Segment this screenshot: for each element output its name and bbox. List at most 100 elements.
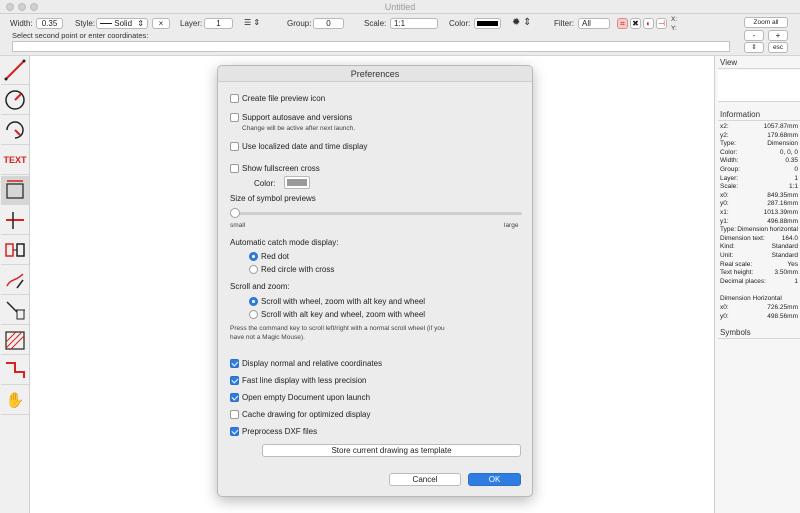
symbols-panel-title: Symbols [718, 328, 800, 339]
filter-label: Filter: [554, 19, 574, 28]
symbol-size-track[interactable] [232, 212, 522, 215]
info-value: Dimension horizontal [737, 226, 798, 234]
hatch-tool[interactable] [1, 326, 29, 355]
store-template-button[interactable]: Store current drawing as template [262, 444, 521, 457]
info-key: Width: [720, 157, 739, 165]
catch-red-dot-radio[interactable] [249, 252, 258, 261]
info-row: Decimal places: 1 [718, 278, 800, 287]
info-key: Unit: [720, 252, 734, 259]
dim-title-text: Dimension Horizontal [720, 295, 782, 302]
info-value: Yes [787, 260, 798, 268]
info-key: Scale: [720, 183, 739, 191]
filter-red-icon[interactable]: ⌗ [617, 18, 628, 29]
catch-red-circle-radio[interactable] [249, 265, 258, 274]
delete-tool[interactable] [1, 296, 29, 325]
text-tool-icon: TEXT [3, 155, 27, 165]
filter-select[interactable]: All [578, 18, 610, 29]
scroll-zoom-label: Scroll and zoom: [230, 282, 290, 291]
info-key: Color: [720, 148, 738, 156]
fullscreen-cross-checkbox[interactable] [230, 164, 239, 173]
esc-button[interactable]: esc [768, 42, 788, 53]
scale-select[interactable]: 1:1 [390, 18, 438, 29]
zoom-out-button[interactable]: - [744, 30, 764, 41]
style-select[interactable]: Solid ⇕ [96, 18, 148, 29]
layer-label: Layer: [180, 19, 203, 28]
scroll-alt-radio[interactable] [249, 310, 258, 319]
localized-date-checkbox[interactable] [230, 142, 239, 151]
circle-tool[interactable] [1, 86, 29, 115]
cross-color-label: Color: [254, 179, 276, 188]
zoom-in-button[interactable]: + [768, 30, 788, 41]
info-value: 3.50mm [774, 269, 798, 277]
stepper-icon[interactable]: ⇕ [744, 42, 764, 53]
text-tool[interactable]: TEXT [1, 146, 29, 175]
copy-tool[interactable] [1, 236, 29, 265]
ok-button[interactable]: OK [468, 473, 521, 486]
info-value: 0 [794, 166, 798, 173]
dimension-tool[interactable] [1, 176, 29, 205]
info-key: x1: [720, 209, 729, 216]
color-well[interactable] [474, 18, 501, 29]
info-key: Dimension text: [720, 234, 765, 242]
info-value: 849.35mm [767, 191, 798, 199]
edit-tool[interactable] [1, 266, 29, 295]
info-key: Decimal places: [720, 277, 766, 285]
info-value: 164.0 [781, 234, 798, 242]
localized-date-label: Use localized date and time display [242, 142, 368, 151]
info-value: 0.35 [785, 157, 798, 165]
scroll-wheel-radio[interactable] [249, 297, 258, 306]
open-empty-checkbox[interactable] [230, 393, 239, 402]
info-value: Standard [771, 243, 798, 251]
slider-large-label: large [504, 222, 519, 229]
layer-field[interactable]: 1 [204, 18, 233, 29]
cross-color-well[interactable] [284, 176, 310, 189]
arc-tool-icon [6, 121, 24, 139]
scroll-alt-label: Scroll with alt key and wheel, zoom with… [261, 310, 426, 319]
view-panel[interactable] [718, 70, 800, 102]
display-coords-checkbox[interactable] [230, 359, 239, 368]
width-field[interactable]: 0.35 [36, 18, 63, 29]
info-value: 1 [794, 174, 798, 182]
hand-tool[interactable]: ✋ [1, 386, 29, 415]
dim-row: y0: 498.56mm [718, 313, 800, 322]
orthogonal-tool[interactable] [1, 206, 29, 235]
coordinate-input[interactable] [12, 41, 730, 52]
gear-icon[interactable]: ✹ ⇕ [512, 17, 532, 28]
cache-drawing-checkbox[interactable] [230, 410, 239, 419]
info-value: 1057.87mm [763, 123, 798, 130]
symbol-size-knob[interactable] [230, 208, 240, 218]
layer-menu-button[interactable]: ☰ ⇕ [240, 18, 264, 29]
info-value: 1013.39mm [763, 209, 798, 216]
dim-value: 498.56mm [767, 312, 798, 320]
line-tool[interactable] [1, 56, 29, 85]
cache-drawing-label: Cache drawing for optimized display [242, 410, 371, 419]
autosave-checkbox[interactable] [230, 113, 239, 122]
info-value: 0, 0, 0 [779, 148, 798, 156]
edit-tool-icon [6, 273, 24, 289]
fast-line-checkbox[interactable] [230, 376, 239, 385]
info-value: 179.68mm [767, 131, 798, 139]
info-value: 1 [794, 277, 798, 285]
info-value: 287.16mm [767, 200, 798, 208]
orthogonal-tool-icon [6, 212, 24, 229]
create-preview-checkbox[interactable] [230, 94, 239, 103]
preprocess-dxf-checkbox[interactable] [230, 427, 239, 436]
group-field[interactable]: 0 [313, 18, 344, 29]
color-label: Color: [449, 19, 471, 28]
filter-endpoint-icon[interactable]: ⊣ [656, 18, 667, 29]
style-clear-button[interactable]: × [152, 18, 170, 29]
circle-tool-icon [5, 90, 25, 110]
scroll-wheel-label: Scroll with wheel, zoom with alt key and… [261, 297, 426, 306]
zoom-all-button[interactable]: Zoom all [744, 17, 788, 28]
cancel-button[interactable]: Cancel [389, 473, 461, 486]
dim-key: y0: [720, 312, 729, 320]
style-label: Style: [75, 19, 96, 28]
window-title-bar: Untitled [0, 0, 800, 14]
info-key: Kind: [720, 243, 735, 251]
info-key: Group: [720, 166, 740, 173]
arc-tool[interactable] [1, 116, 29, 145]
filter-circle-icon[interactable]: ◐ [643, 18, 654, 29]
polyline-tool[interactable] [1, 356, 29, 385]
filter-cross-icon[interactable]: ✖ [630, 18, 641, 29]
info-key: Type: [720, 140, 736, 148]
